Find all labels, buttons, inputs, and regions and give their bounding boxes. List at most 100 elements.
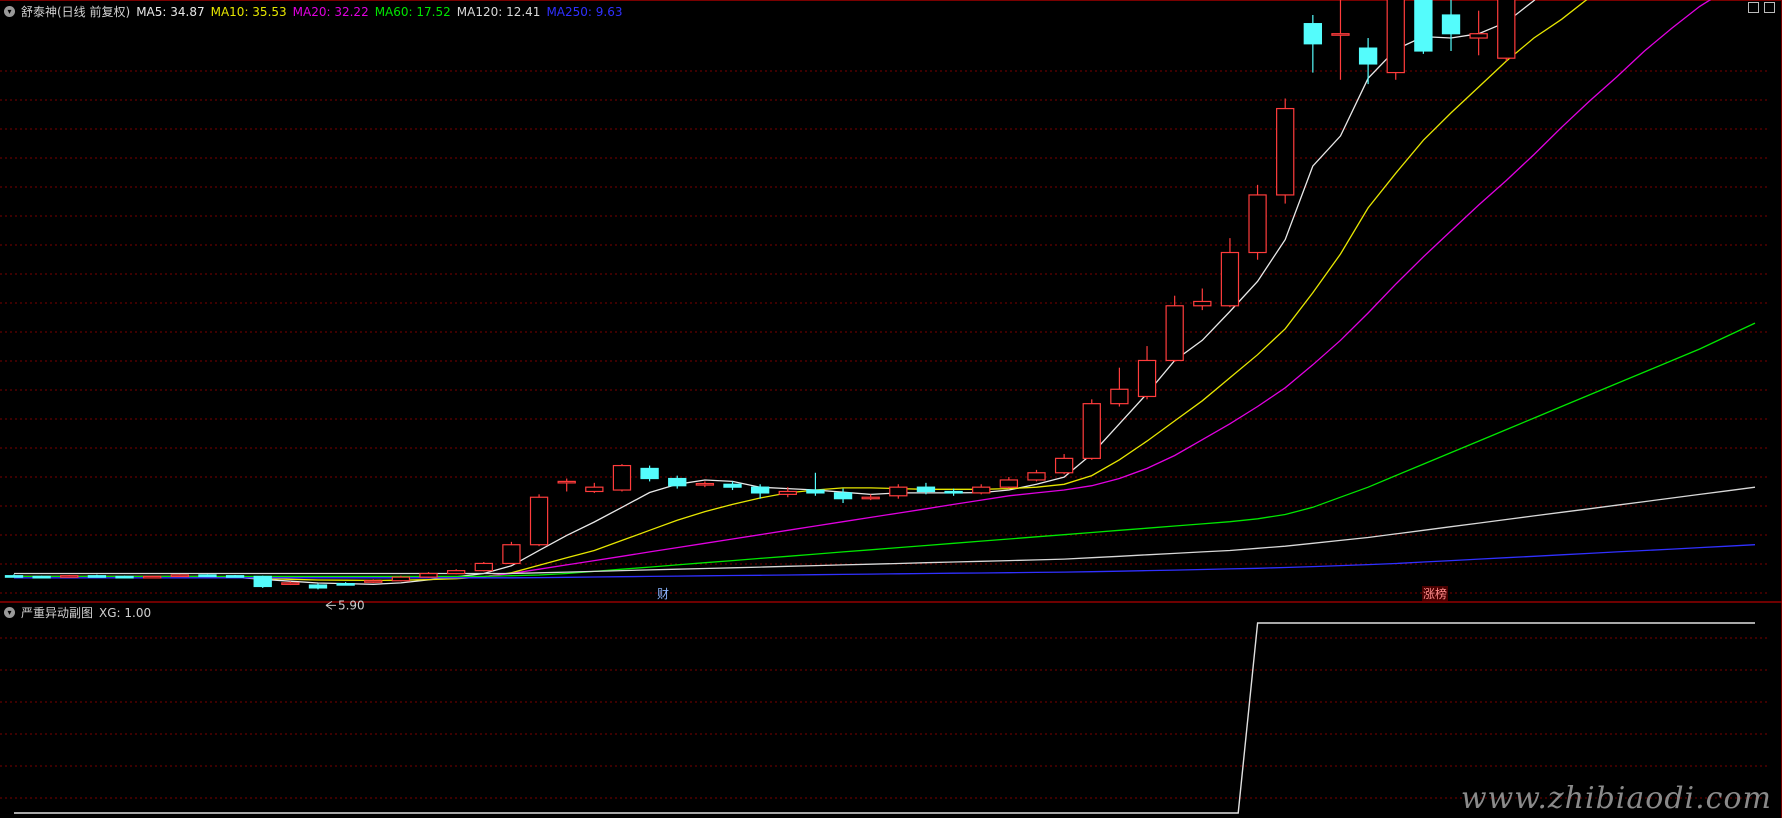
candle: [474, 562, 493, 572]
candle-body: [806, 489, 825, 494]
main-grid: [0, 0, 1782, 818]
candle-body: [723, 483, 742, 488]
low-price-label: 5.90: [338, 598, 365, 612]
candle: [1497, 0, 1516, 62]
candle-body: [944, 490, 963, 494]
candle-body: [999, 479, 1019, 488]
candle-body: [446, 570, 466, 575]
ma120-label: MA120: 12.41: [456, 4, 541, 19]
candle: [529, 494, 549, 547]
candle: [1248, 184, 1267, 260]
candle-body: [1414, 0, 1433, 52]
candle-body: [612, 464, 632, 491]
candle: [612, 464, 632, 492]
event-marker-cai[interactable]: 财: [657, 587, 669, 601]
candle-body: [281, 582, 300, 585]
candle-body: [225, 575, 245, 578]
minimize-square-icon[interactable]: [1748, 2, 1759, 13]
candle-body: [4, 575, 24, 578]
candle: [170, 574, 189, 578]
candle-body: [1193, 300, 1212, 307]
candle-body: [308, 584, 328, 589]
candle: [391, 575, 411, 582]
candle-body: [32, 575, 51, 579]
candle: [143, 575, 162, 579]
candle-body: [1358, 47, 1378, 65]
candle: [1276, 98, 1295, 204]
candle: [419, 572, 438, 578]
candle: [308, 583, 328, 590]
candle-body: [1441, 14, 1461, 35]
candle-body: [1497, 0, 1516, 59]
candle: [253, 575, 272, 588]
event-marker-zhangting[interactable]: 涨榜: [1423, 586, 1447, 601]
candle-body: [529, 496, 549, 546]
ma10-label: MA10: 35.53: [210, 4, 287, 19]
ma20-label: MA20: 32.22: [292, 4, 369, 19]
sub-indicator-value: XG: 1.00: [99, 605, 152, 620]
candle-body: [1082, 403, 1101, 459]
candle-body: [502, 544, 521, 565]
candle-body: [861, 496, 880, 500]
candle-body: [695, 482, 715, 486]
main-legend: ▾ 舒泰神(日线 前复权) MA5: 34.87 MA10: 35.53 MA2…: [4, 3, 628, 20]
candle-body: [778, 490, 797, 495]
sub-indicator-name: 严重异动副图: [21, 606, 94, 620]
maximize-square-icon[interactable]: [1764, 2, 1775, 13]
candle-body: [972, 486, 991, 494]
candle: [198, 574, 217, 578]
candle-body: [1386, 0, 1405, 74]
candle-body: [60, 575, 79, 578]
sub-legend: ▾ 严重异动副图 XG: 1.00: [4, 604, 157, 621]
candle-body: [143, 575, 162, 579]
candle-body: [170, 574, 189, 578]
collapse-chevron-icon[interactable]: ▾: [4, 6, 15, 17]
candle-body: [419, 572, 438, 578]
candle-body: [1027, 472, 1046, 481]
candle-body: [1110, 388, 1129, 405]
candle-body: [1054, 457, 1074, 474]
candle: [115, 575, 134, 579]
candle-body: [364, 580, 383, 583]
candle-body: [585, 486, 604, 493]
candle-body: [1248, 194, 1267, 254]
stock-chart[interactable]: 43.155.90财涨榜: [0, 0, 1782, 818]
sub-collapse-chevron-icon[interactable]: ▾: [4, 607, 15, 618]
candle: [32, 575, 51, 579]
candle-body: [1276, 107, 1295, 196]
candle: [60, 574, 79, 578]
stock-title: 舒泰神(日线 前复权): [21, 5, 131, 19]
candle-body: [1331, 33, 1350, 36]
candle: [502, 541, 521, 565]
ma250-label: MA250: 9.63: [546, 4, 623, 19]
candle-body: [336, 583, 355, 586]
candle-body: [391, 576, 411, 582]
candle-body: [474, 562, 493, 572]
candle: [1386, 0, 1405, 80]
candle-body: [1469, 33, 1488, 39]
candle-body: [889, 486, 908, 497]
candle-body: [750, 486, 770, 494]
candle-body: [668, 477, 687, 487]
candle: [1414, 0, 1433, 54]
candle: [225, 574, 245, 578]
candle: [1082, 399, 1101, 460]
candle-body: [1220, 251, 1240, 307]
candle-body: [640, 467, 659, 480]
candle-body: [115, 575, 134, 579]
ma5-label: MA5: 34.87: [136, 4, 205, 19]
candle: [1165, 295, 1184, 362]
candle-body: [253, 575, 272, 588]
candle-body: [557, 480, 576, 484]
candle-body: [87, 575, 107, 578]
candle-body: [1303, 23, 1323, 45]
candle-body: [198, 574, 217, 578]
chart-background: [0, 0, 1782, 818]
candle-body: [1165, 305, 1184, 362]
candle: [640, 465, 659, 482]
candle-body: [1137, 359, 1157, 398]
candle-body: [916, 486, 936, 493]
watermark: www.zhibiaodi.com: [1460, 781, 1772, 816]
candle-body: [833, 492, 853, 500]
ma60-label: MA60: 17.52: [374, 4, 451, 19]
